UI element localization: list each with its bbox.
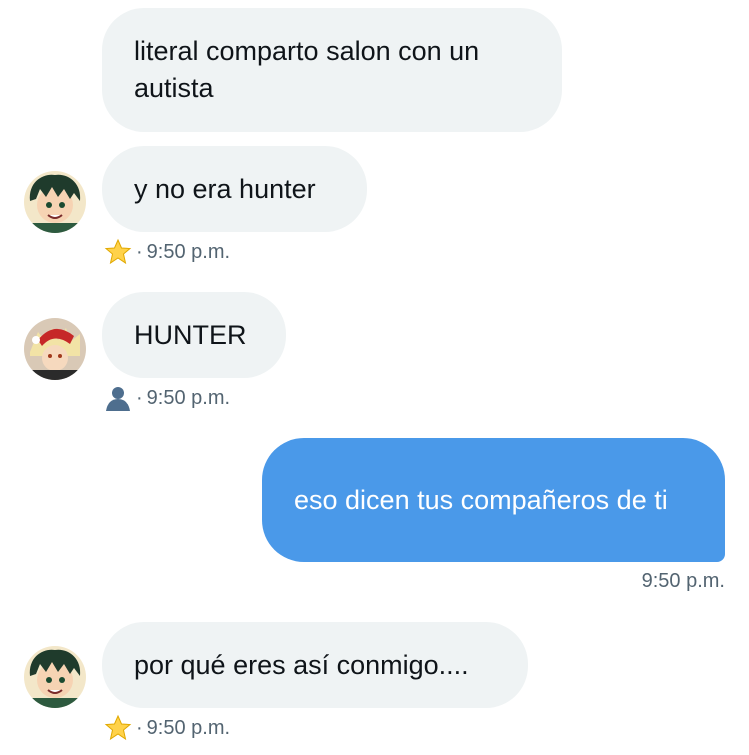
star-emoji-icon: [104, 238, 132, 266]
message-time: 9:50 p.m.: [641, 570, 725, 592]
message-meta: · 9:50 p.m.: [104, 714, 230, 742]
meta-separator: ·: [136, 241, 143, 263]
meta-separator: ·: [136, 387, 143, 409]
message-text: eso dicen tus compañeros de ti: [294, 484, 668, 515]
message-bubble-incoming[interactable]: por qué eres así conmigo....: [102, 622, 528, 708]
bust-silhouette-emoji-icon: [104, 384, 132, 412]
message-bubble-outgoing[interactable]: eso dicen tus compañeros de ti: [262, 438, 725, 562]
message-text: literal comparto salon con un autista: [134, 36, 480, 103]
message-time: 9:50 p.m.: [146, 241, 231, 263]
star-emoji-icon: [104, 714, 132, 742]
meta-separator: ·: [136, 717, 143, 739]
message-text: por qué eres así conmigo....: [134, 649, 469, 680]
message-bubble-incoming[interactable]: y no era hunter: [102, 146, 367, 232]
message-time: 9:50 p.m.: [146, 717, 231, 739]
message-bubble-incoming[interactable]: HUNTER: [102, 292, 286, 378]
message-text: HUNTER: [134, 319, 247, 350]
avatar-blonde-santa-hat[interactable]: [24, 318, 86, 380]
avatar-green-hair[interactable]: [24, 171, 86, 233]
avatar-green-hair[interactable]: [24, 646, 86, 708]
message-meta: · 9:50 p.m.: [104, 238, 230, 266]
message-text: y no era hunter: [134, 173, 316, 204]
message-time: 9:50 p.m.: [146, 387, 231, 409]
message-bubble-incoming[interactable]: literal comparto salon con un autista: [102, 8, 562, 132]
message-meta: · 9:50 p.m.: [104, 384, 230, 412]
